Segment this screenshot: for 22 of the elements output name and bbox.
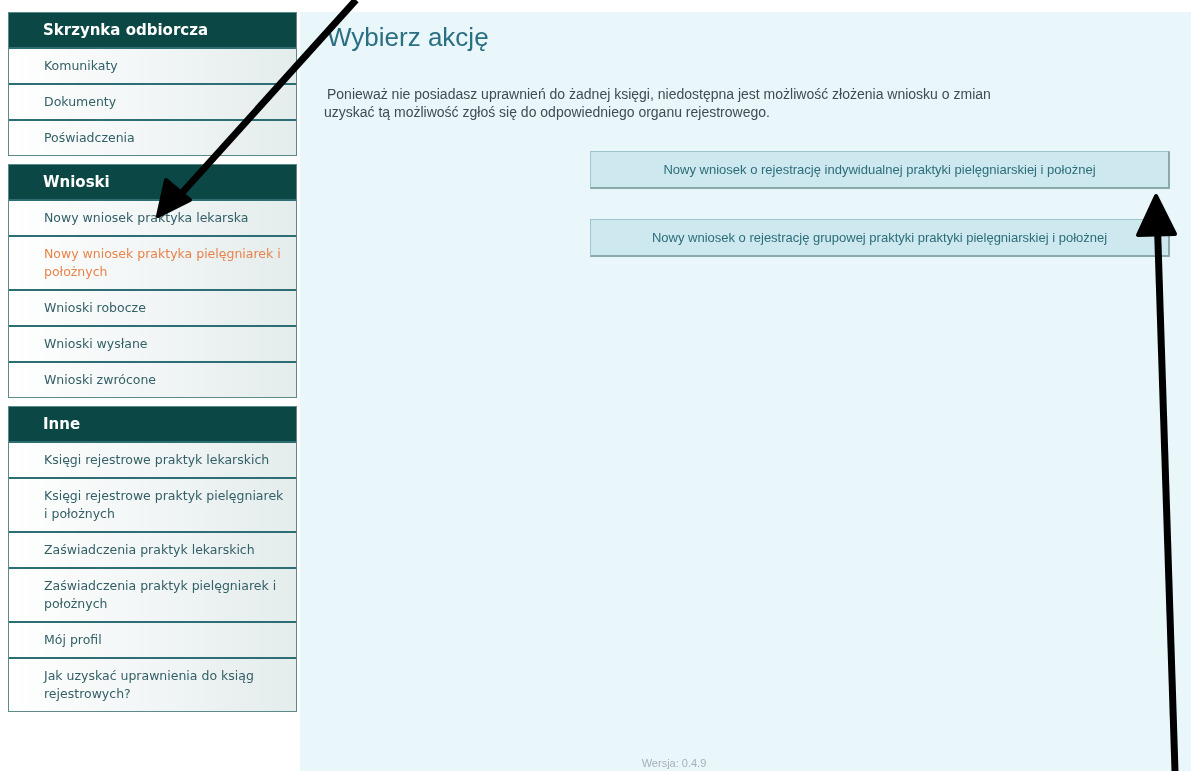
info-message: uzyskać tą możliwość zgłoś się do odpowiedniego organu rejestrowego. <box>324 103 771 121</box>
page-title: Wybierz akcję <box>327 22 490 53</box>
sidebar-item[interactable]: Wnioski wysłane <box>9 325 296 361</box>
section-header: Wnioski <box>9 165 296 199</box>
sidebar-item[interactable]: Dokumenty <box>9 83 296 119</box>
sidebar-item[interactable]: Komunikaty <box>9 47 296 83</box>
sidebar-item[interactable]: Poświadczenia <box>9 119 296 155</box>
section-header: Skrzynka odbiorcza <box>9 13 296 47</box>
sidebar-item[interactable]: Księgi rejestrowe praktyk pielęgniarek i położnych <box>9 477 296 531</box>
action-button[interactable]: Nowy wniosek o rejestrację indywidualnej praktyki pielęgniarskiej i położnej <box>590 151 1170 189</box>
section-header: Inne <box>9 407 296 441</box>
sidebar-item[interactable]: Wnioski robocze <box>9 289 296 325</box>
sidebar-item[interactable]: Mój profil <box>9 621 296 657</box>
sidebar-item[interactable]: Wnioski zwrócone <box>9 361 296 397</box>
version-label: Wersja: 0.4.9 <box>641 757 707 771</box>
sidebar-item[interactable]: Zaświadczenia praktyk pielęgniarek i położnych <box>9 567 296 621</box>
sidebar-item[interactable]: Jak uzyskać uprawnienia do ksiąg rejestrowych? <box>9 657 296 711</box>
sidebar-item[interactable]: Księgi rejestrowe praktyk lekarskich <box>9 441 296 477</box>
sidebar-item[interactable]: Zaświadczenia praktyk lekarskich <box>9 531 296 567</box>
info-message: Ponieważ nie posiadasz uprawnień do żadnej księgi, niedostępna jest możliwość złożenia wniosku o zmian <box>327 85 992 103</box>
action-button[interactable]: Nowy wniosek o rejestrację grupowej praktyki praktyki pielęgniarskiej i położnej <box>590 219 1170 257</box>
sidebar-item[interactable]: Nowy wniosek praktyka lekarska <box>9 199 296 235</box>
